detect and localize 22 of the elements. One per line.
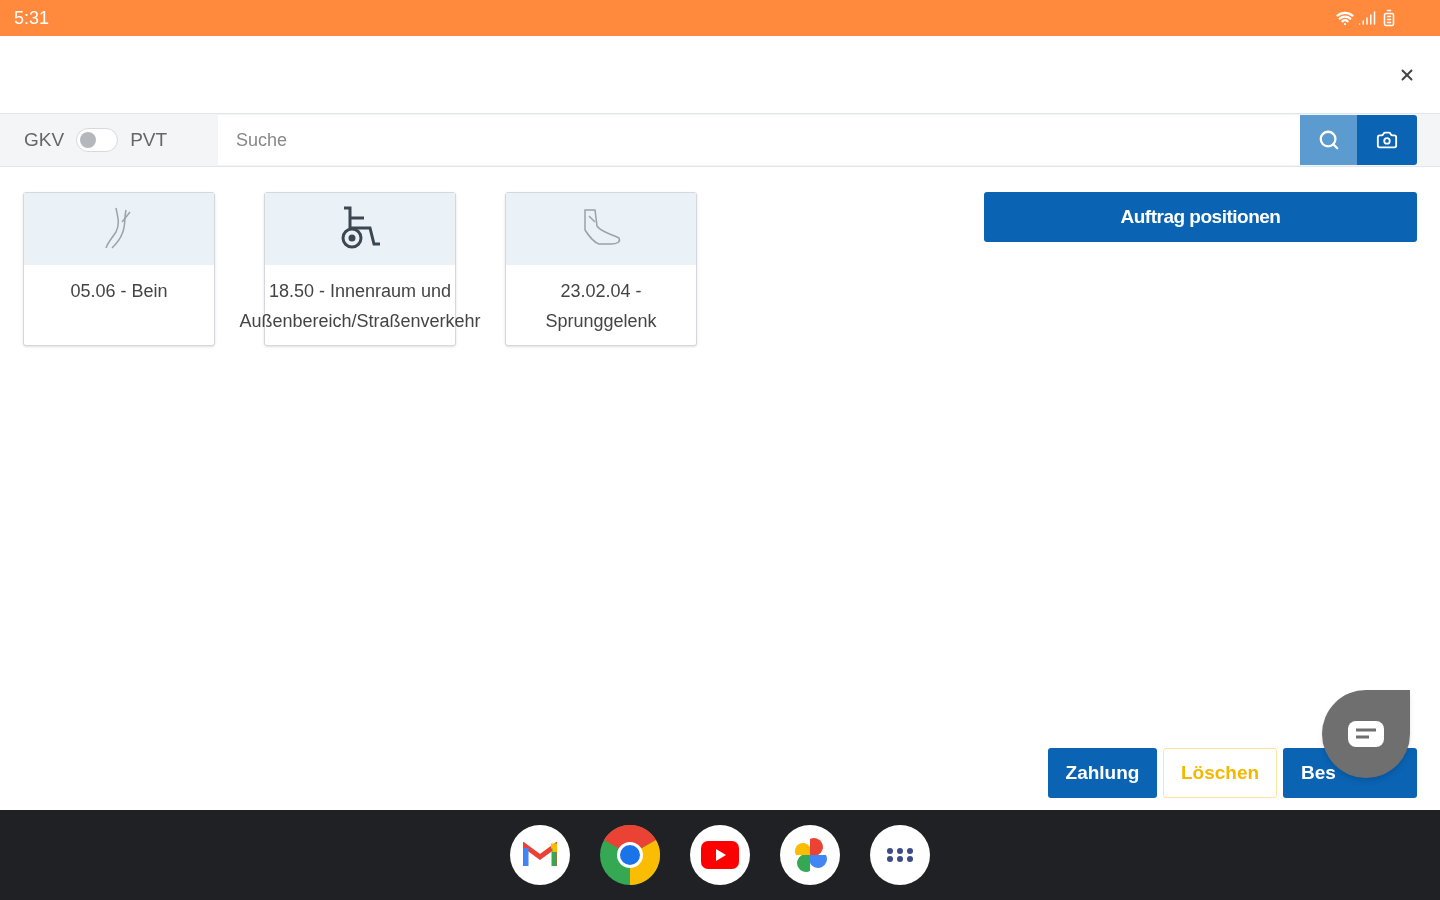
position-button[interactable]: Auftrag positionen — [984, 192, 1417, 242]
search-button[interactable] — [1300, 115, 1357, 165]
toggle-right-label: PVT — [130, 127, 168, 152]
search-icon — [1317, 129, 1340, 151]
signal-icon — [1358, 9, 1376, 27]
status-time: 5:31 — [14, 6, 50, 30]
video-app-icon[interactable] — [690, 825, 750, 885]
card-label: 18.50 - Innenraum und Außenbereich/Straßenverkehr — [238, 280, 482, 333]
toggle-switch[interactable] — [76, 128, 119, 152]
action-button[interactable]: Zahlung — [1048, 748, 1157, 798]
card-label: 05.06 - Bein — [69, 280, 169, 303]
wifi-icon — [1336, 9, 1354, 27]
search-field[interactable]: Suche — [218, 115, 1300, 165]
chat-icon — [1347, 720, 1385, 748]
toggle-left-label: GKV — [24, 127, 65, 152]
mail-app-icon[interactable] — [510, 825, 570, 885]
app-drawer-icon[interactable] — [870, 825, 930, 885]
card-label: 23.02.04 - Sprunggelenk — [544, 280, 658, 333]
camera-button[interactable] — [1357, 115, 1417, 165]
browser-app-icon[interactable] — [600, 825, 660, 885]
pinwheel-app-icon[interactable] — [780, 825, 840, 885]
camera-icon — [1376, 129, 1398, 151]
